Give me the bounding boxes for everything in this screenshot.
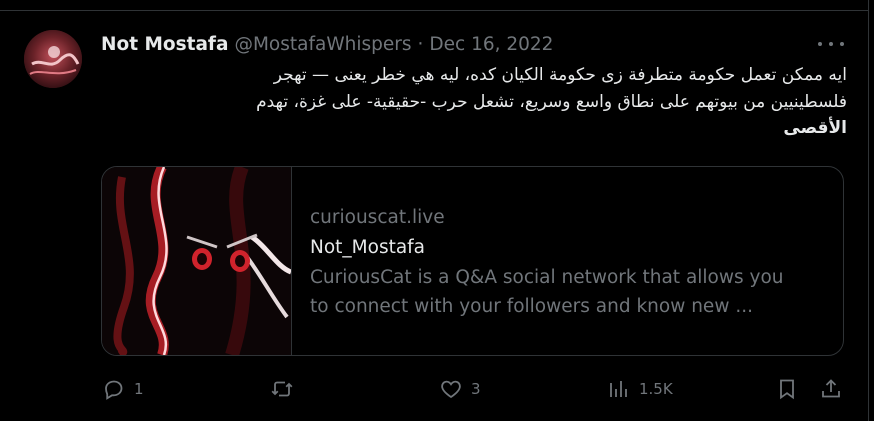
author-handle[interactable]: @MostafaWhispers <box>234 34 411 55</box>
tweet-text: ايه ممكن تعمل حكومة متطرفة زى حكومة الكي… <box>101 62 847 142</box>
tweet-text-line-2: فلسطينيين من بيوتهم على نطاق واسع وسريع،… <box>256 91 847 112</box>
share-button[interactable] <box>819 372 843 406</box>
avatar[interactable] <box>24 30 82 88</box>
retweet-button[interactable] <box>270 372 302 406</box>
divider-right <box>868 0 869 421</box>
tweet-text-bold: الأقصى <box>783 118 847 138</box>
card-description-line-2: to connect with your followers and know … <box>310 296 753 317</box>
analytics-icon <box>610 381 627 397</box>
card-title: Not_Mostafa <box>310 237 426 258</box>
bookmark-button[interactable] <box>775 372 799 406</box>
bookmark-icon <box>780 379 794 400</box>
card-body: curiouscat.live Not_Mostafa CuriousCat i… <box>310 203 830 321</box>
tweet-text-line-1: ايه ممكن تعمل حكومة متطرفة زى حكومة الكي… <box>273 65 847 85</box>
author-name[interactable]: Not Mostafa <box>101 34 228 55</box>
separator-dot: · <box>417 33 424 55</box>
link-card[interactable]: curiouscat.live Not_Mostafa CuriousCat i… <box>101 166 844 356</box>
like-button[interactable]: 3 <box>439 372 481 406</box>
tweet-date[interactable]: Dec 16, 2022 <box>429 34 553 55</box>
more-horizontal-icon[interactable] <box>818 33 844 55</box>
views-count: 1.5K <box>639 380 673 398</box>
retweet-icon <box>271 381 293 397</box>
reply-icon <box>105 380 123 400</box>
heart-icon <box>441 380 461 399</box>
card-domain: curiouscat.live <box>310 207 445 228</box>
tweet-header: Not Mostafa @MostafaWhispers · Dec 16, 2… <box>101 32 553 56</box>
share-icon <box>822 379 840 398</box>
divider-top <box>0 10 868 11</box>
card-description-line-1: CuriousCat is a Q&A social network that … <box>310 267 784 288</box>
card-description: CuriousCat is a Q&A social network that … <box>310 263 830 321</box>
views-button[interactable]: 1.5K <box>607 372 673 406</box>
action-bar: 1 3 1.5K <box>0 372 874 406</box>
reply-count: 1 <box>134 380 144 398</box>
like-count: 3 <box>471 380 481 398</box>
card-image <box>102 167 293 355</box>
reply-button[interactable]: 1 <box>102 372 144 406</box>
